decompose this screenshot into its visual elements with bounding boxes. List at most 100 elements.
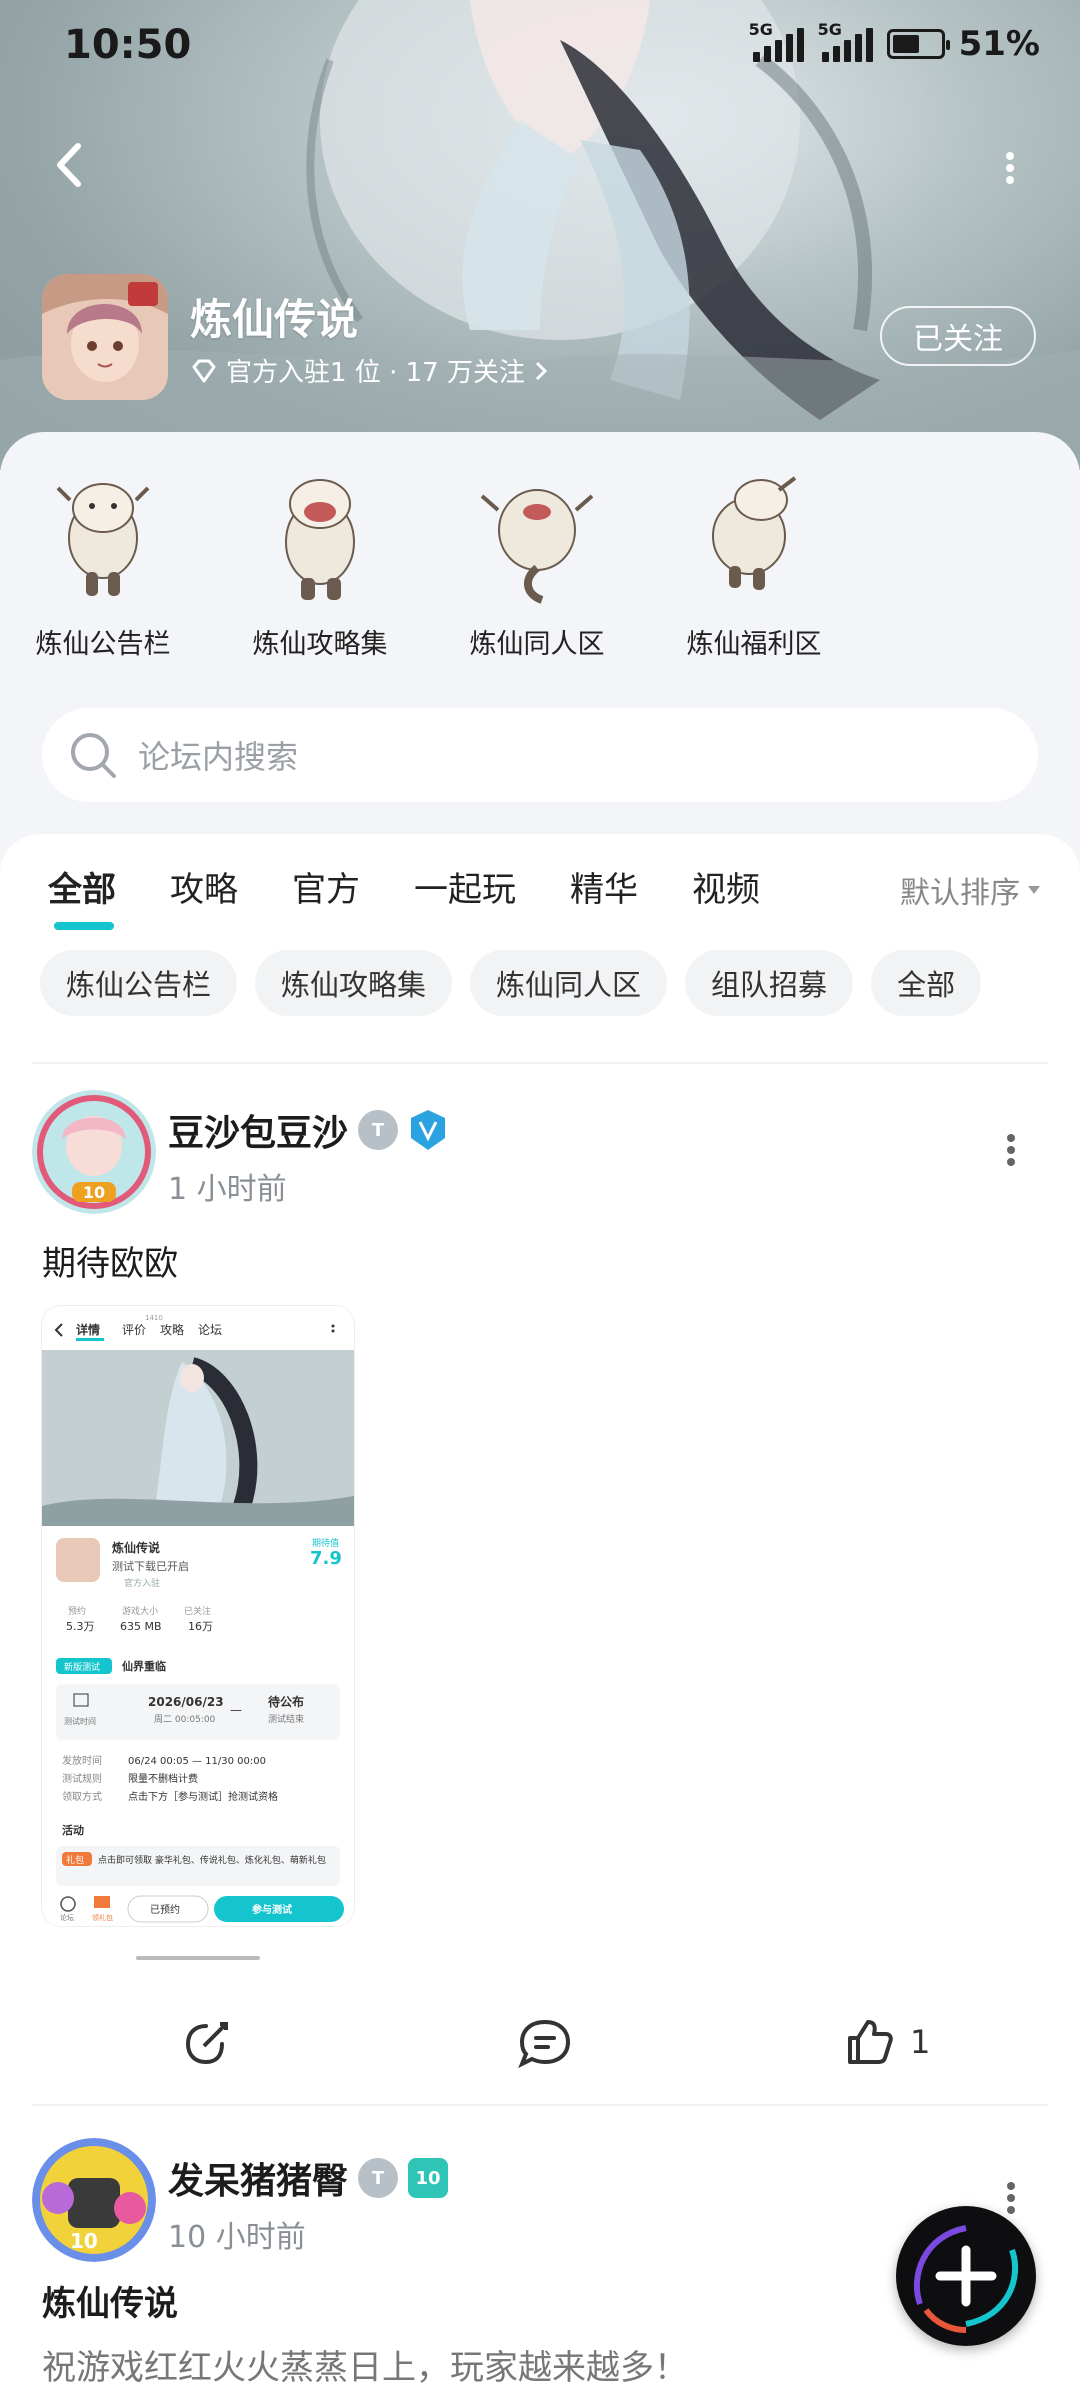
game-icon[interactable] [42, 274, 168, 400]
signal-icon: 5G [749, 20, 804, 62]
network-type-label: 5G [748, 20, 773, 39]
follow-button[interactable]: 已关注 [880, 306, 1036, 366]
mascot-icon [56, 483, 150, 596]
post-text[interactable]: 祝游戏红红火火蒸蒸日上，玩家越来越多！ [42, 2340, 688, 2389]
username: 发呆猪猪臀 [168, 2161, 349, 2202]
thumbs-up-icon [848, 2020, 893, 2064]
zone-announcements[interactable]: 炼仙公告栏 [8, 460, 198, 661]
zone-label: 炼仙攻略集 [252, 629, 388, 660]
zone-welfare[interactable]: 炼仙福利区 [659, 460, 849, 661]
header-banner: 10:50 5G 5G 51% 炼仙传说 官方入驻1 位 · 17 万关注 已关… [0, 0, 1080, 470]
shield-badge-icon [411, 1110, 446, 1150]
like-button[interactable]: 1 [844, 2016, 930, 2068]
tab-featured[interactable]: 精华 [570, 862, 638, 922]
post-title[interactable]: 炼仙传说 [42, 2276, 178, 2325]
screenshot-tab: 论坛 [198, 1323, 222, 1337]
chip-row: 炼仙公告栏 炼仙攻略集 炼仙同人区 组队招募 全部 [40, 950, 982, 1016]
mascot-icon [480, 489, 594, 604]
zone-label: 炼仙同人区 [469, 629, 605, 660]
image-scroll-indicator [136, 1956, 260, 1960]
create-post-button[interactable] [896, 2206, 1036, 2346]
screenshot-info-key: 领取方式 [62, 1790, 102, 1803]
screenshot-forum-label: 论坛 [60, 1913, 74, 1922]
post-time: 1 小时前 [168, 1172, 287, 1207]
screenshot-join: 参与测试 [252, 1903, 292, 1916]
game-meta[interactable]: 官方入驻1 位 · 17 万关注 [190, 352, 549, 389]
like-count: 1 [910, 2023, 931, 2061]
sort-label: 默认排序 [900, 876, 1020, 911]
screenshot-info-value: 06/24 00:05 — 11/30 00:00 [128, 1756, 266, 1767]
screenshot-gift-tag: 礼包 [66, 1854, 84, 1866]
zone-label: 炼仙福利区 [686, 629, 822, 660]
screenshot-test-time-label: 测试时间 [64, 1716, 96, 1726]
divider [32, 1062, 1048, 1064]
share-icon[interactable] [180, 2016, 234, 2070]
screenshot-review-count: 1410 [145, 1314, 163, 1322]
search-icon [71, 733, 116, 778]
screenshot-test-end-detail: 测试结束 [268, 1713, 304, 1725]
back-icon[interactable] [50, 140, 90, 190]
screenshot-test-end: 待公布 [268, 1694, 304, 1709]
feed-tabs: 全部 攻略 官方 一起玩 精华 视频 [48, 862, 814, 930]
chip-all[interactable]: 全部 [871, 950, 982, 1016]
comment-icon[interactable] [516, 2016, 574, 2070]
mascot-icon [285, 479, 355, 600]
post-time: 10 小时前 [168, 2220, 306, 2255]
user-badge-icon: T [358, 2158, 399, 2198]
zone-guides[interactable]: 炼仙攻略集 [225, 460, 415, 661]
network-type-label-2: 5G [817, 20, 842, 39]
chip-guides[interactable]: 炼仙攻略集 [255, 950, 453, 1016]
zone-row: 炼仙公告栏 炼仙攻略集 炼仙同人区 炼仙福利区 [0, 460, 1080, 660]
chip-fanart[interactable]: 炼仙同人区 [470, 950, 668, 1016]
search-input[interactable]: 论坛内搜索 [42, 708, 1038, 802]
chip-announcements[interactable]: 炼仙公告栏 [40, 950, 238, 1016]
mascot-icon [712, 476, 797, 590]
screenshot-activity: 活动 [62, 1823, 84, 1837]
username: 豆沙包豆沙 [168, 1113, 349, 1154]
zone-label: 炼仙公告栏 [35, 629, 171, 660]
plus-icon [913, 2225, 1019, 2333]
post-text[interactable]: 期待欧欧 [42, 1236, 178, 1285]
user-badge-icon: T [358, 1110, 399, 1150]
post-author[interactable]: 发呆猪猪臀 T 10 [168, 2152, 449, 2204]
chevron-right-icon [535, 361, 548, 380]
caret-down-icon [1028, 886, 1040, 894]
screenshot-test-tag: 新版测试 [64, 1661, 100, 1673]
tab-official[interactable]: 官方 [292, 862, 360, 922]
screenshot-test-start-detail: 周二 00:05:00 [154, 1714, 216, 1725]
clock: 10:50 [64, 22, 192, 68]
tab-video[interactable]: 视频 [692, 862, 760, 922]
chip-team-recruit[interactable]: 组队招募 [685, 950, 854, 1016]
battery-percent: 51% [958, 24, 1040, 64]
post-author[interactable]: 豆沙包豆沙 T [168, 1104, 448, 1156]
svg-text:—: — [230, 1703, 242, 1717]
screenshot-info-value: 限量不删档计费 [128, 1772, 198, 1785]
post-actions: 1 [0, 1546, 1080, 2069]
screenshot-tab: 攻略 [160, 1322, 184, 1337]
level-badge: 10 [408, 2158, 449, 2198]
screenshot-info-key: 发放时间 [62, 1754, 102, 1767]
tab-play-together[interactable]: 一起玩 [414, 862, 516, 922]
zone-fanart[interactable]: 炼仙同人区 [442, 460, 632, 661]
sort-dropdown[interactable]: 默认排序 [900, 868, 1042, 912]
tab-guides[interactable]: 攻略 [170, 862, 238, 922]
screenshot-reserved: 已预约 [150, 1903, 180, 1916]
more-icon[interactable] [1000, 148, 1020, 188]
search-placeholder: 论坛内搜索 [138, 738, 299, 776]
screenshot-info-key: 测试规则 [62, 1772, 102, 1785]
screenshot-tab: 详情 [76, 1322, 100, 1337]
screenshot-gift-label: 领礼包 [92, 1913, 113, 1922]
avatar-badge-text: 10 [83, 1183, 105, 1202]
screenshot-test-start: 2026/06/23 [148, 1695, 224, 1709]
screenshot-test-name: 仙界重临 [122, 1659, 166, 1673]
avatar[interactable]: 10 [32, 1090, 156, 1214]
tab-all[interactable]: 全部 [48, 862, 116, 930]
avatar[interactable]: 10 [32, 2138, 156, 2262]
screenshot-tab: 评价 [122, 1323, 146, 1337]
diamond-icon [192, 359, 216, 382]
signal-icon-2: 5G [818, 20, 873, 62]
screenshot-info-value: 点击下方［参与测试］抢测试资格 [128, 1790, 278, 1803]
post-more-icon[interactable] [1005, 1132, 1017, 1172]
battery-icon [886, 29, 950, 59]
game-title: 炼仙传说 [190, 295, 359, 344]
